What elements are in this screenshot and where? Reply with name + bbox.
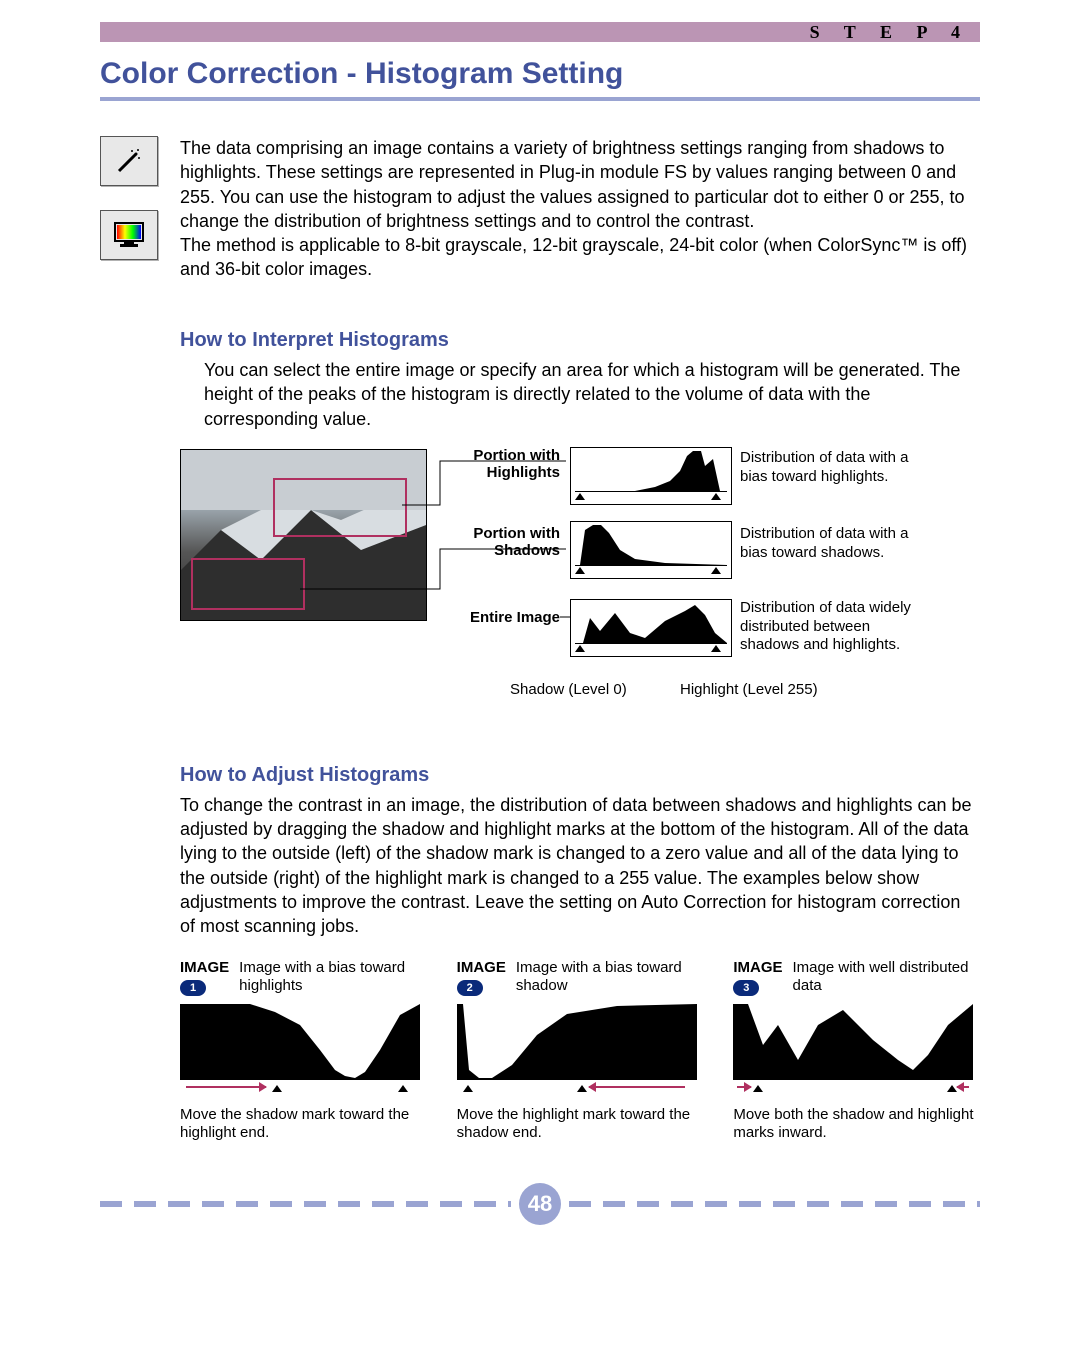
- footer-dash-right: [569, 1201, 980, 1207]
- adjust-body: To change the contrast in an image, the …: [180, 793, 980, 939]
- monitor-color-icon: [100, 210, 158, 260]
- arrow-right-small-icon: [737, 1086, 751, 1088]
- image-badge-3: 3: [733, 980, 759, 996]
- step-label: S T E P 4: [810, 22, 970, 42]
- image-label-2: IMAGE: [457, 959, 506, 976]
- image-label-3: IMAGE: [733, 959, 782, 976]
- image-caption-1: Image with a bias toward highlights: [239, 959, 427, 995]
- intro-text: The data comprising an image contains a …: [180, 136, 980, 282]
- adjust-col-2: IMAGE 2 Image with a bias toward shadow: [457, 959, 704, 1144]
- adjust-hist-2: [457, 1004, 697, 1094]
- adjust-instr-1: Move the shadow mark toward the highligh…: [180, 1106, 427, 1144]
- shadow-axis-label: Shadow (Level 0): [510, 681, 627, 698]
- footer-dash-left: [100, 1201, 511, 1207]
- image-caption-2: Image with a bias toward shadow: [516, 959, 704, 995]
- arrow-left-small-icon: [957, 1086, 969, 1088]
- adjust-col-1: IMAGE 1 Image with a bias toward highlig…: [180, 959, 427, 1144]
- desc-entire: Distribution of data widely distributed …: [740, 599, 930, 655]
- interpret-body: You can select the entire image or speci…: [204, 358, 980, 431]
- interpret-figure: Portion with Highlights Portion with Sha…: [180, 449, 980, 709]
- adjust-instr-3: Move both the shadow and highlight marks…: [733, 1106, 980, 1144]
- image-label-1: IMAGE: [180, 959, 229, 976]
- wand-icon: [100, 136, 158, 186]
- highlight-axis-label: Highlight (Level 255): [680, 681, 818, 698]
- intro-p1: The data comprising an image contains a …: [180, 138, 965, 231]
- adjust-instr-2: Move the highlight mark toward the shado…: [457, 1106, 704, 1144]
- page-number: 48: [519, 1183, 561, 1225]
- step-bar: S T E P 4: [100, 22, 980, 42]
- arrow-left-icon: [589, 1086, 685, 1088]
- page-footer: 48: [0, 1183, 1080, 1255]
- image-badge-1: 1: [180, 980, 206, 996]
- adjust-col-3: IMAGE 3 Image with well distributed data: [733, 959, 980, 1144]
- adjust-examples: IMAGE 1 Image with a bias toward highlig…: [180, 959, 980, 1144]
- adjust-hist-3: [733, 1004, 973, 1094]
- adjust-heading: How to Adjust Histograms: [180, 764, 980, 787]
- desc-highlights: Distribution of data with a bias toward …: [740, 449, 930, 487]
- desc-shadows: Distribution of data with a bias toward …: [740, 525, 930, 563]
- page-title: Color Correction - Histogram Setting: [100, 57, 980, 91]
- image-caption-3: Image with well distributed data: [793, 959, 981, 995]
- image-badge-2: 2: [457, 980, 483, 996]
- interpret-heading: How to Interpret Histograms: [180, 329, 980, 352]
- adjust-hist-1: [180, 1004, 420, 1094]
- intro-p2: The method is applicable to 8-bit graysc…: [180, 235, 967, 279]
- arrow-right-icon: [186, 1086, 266, 1088]
